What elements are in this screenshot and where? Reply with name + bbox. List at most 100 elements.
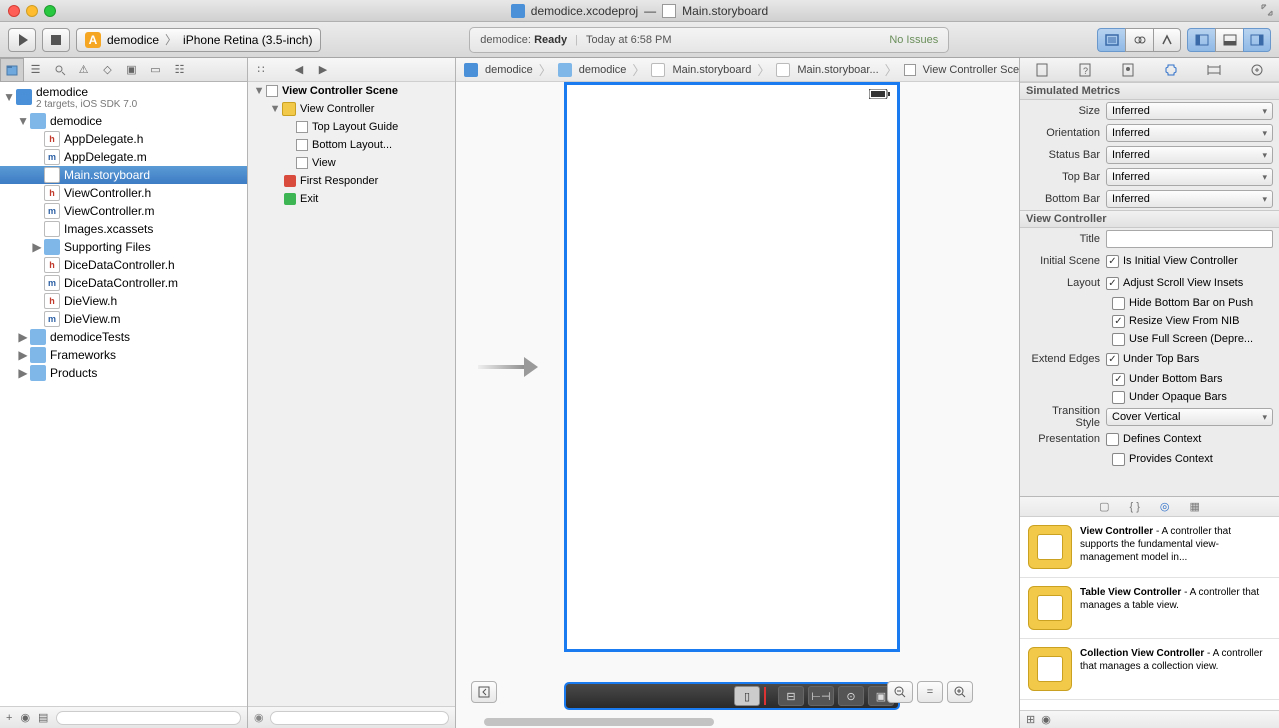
file-inspector-tab[interactable] [1031, 61, 1053, 79]
quick-help-tab[interactable]: ? [1074, 61, 1096, 79]
tree-row[interactable]: mAppDelegate.m [0, 148, 247, 166]
disclosure-triangle[interactable]: ▶ [18, 368, 28, 378]
show-debug-button[interactable] [1215, 28, 1243, 52]
connections-inspector-tab[interactable] [1246, 61, 1268, 79]
library-view-mode-icon[interactable]: ⊞ [1026, 713, 1035, 726]
test-navigator-tab[interactable]: ◇ [96, 58, 120, 82]
extend-check-1[interactable] [1112, 373, 1125, 386]
library-item[interactable]: View Controller - A controller that supp… [1020, 517, 1279, 578]
outline-filter-field[interactable] [270, 711, 449, 725]
transition-select[interactable]: Cover Vertical▾ [1106, 408, 1273, 426]
fullscreen-icon[interactable] [1261, 4, 1273, 16]
tree-row[interactable]: ▶demodiceTests [0, 328, 247, 346]
stop-button[interactable] [42, 28, 70, 52]
run-button[interactable] [8, 28, 36, 52]
tree-row[interactable]: ▼demodice2 targets, iOS SDK 7.0 [0, 82, 247, 112]
disclosure-triangle[interactable]: ▶ [18, 332, 28, 342]
disclosure-triangle[interactable]: ▼ [18, 116, 28, 126]
scheme-selector[interactable]: A demodice 〉 iPhone Retina (3.5-inch) [76, 28, 321, 52]
align-button[interactable]: ⊟ [778, 686, 804, 706]
tree-row[interactable]: Images.xcassets [0, 220, 247, 238]
jump-bar[interactable]: demodice〉demodice〉Main.storyboard〉Main.s… [456, 58, 1019, 82]
layout-check-2[interactable] [1112, 315, 1125, 328]
tree-row[interactable]: mDiceDataController.m [0, 274, 247, 292]
storyboard-canvas[interactable]: ▯ ⊟ ⊢⊣ ⊙ ▣ = [456, 82, 1019, 728]
layout-check-0[interactable] [1106, 277, 1119, 290]
statusbar-select[interactable]: Inferred▾ [1106, 146, 1273, 164]
assistant-editor-button[interactable] [1125, 28, 1153, 52]
breakpoint-navigator-tab[interactable]: ▭ [144, 58, 168, 82]
library-item[interactable]: Collection View Controller - A controlle… [1020, 639, 1279, 700]
tree-row[interactable]: mDieView.m [0, 310, 247, 328]
disclosure-triangle[interactable]: ▶ [18, 350, 28, 360]
code-snippet-library-tab[interactable]: { } [1129, 501, 1139, 513]
log-navigator-tab[interactable]: ☷ [168, 58, 192, 82]
presentation-check-1[interactable] [1112, 453, 1125, 466]
form-factor-button[interactable]: ▯ [734, 686, 760, 706]
extend-check-2[interactable] [1112, 391, 1125, 404]
object-library-tab[interactable]: ◎ [1160, 500, 1170, 513]
outline-filter-icon[interactable]: ◉ [254, 711, 264, 724]
disclosure-triangle[interactable]: ▶ [32, 242, 42, 252]
tree-row[interactable]: hDieView.h [0, 292, 247, 310]
tree-row[interactable]: Main.storyboard [0, 166, 247, 184]
show-utilities-button[interactable] [1243, 28, 1271, 52]
jumpbar-item[interactable]: View Controller Scene [900, 64, 1019, 76]
zoom-out-button[interactable] [887, 681, 913, 703]
size-select[interactable]: Inferred▾ [1106, 102, 1273, 120]
canvas-horizontal-scrollbar[interactable] [476, 716, 973, 728]
symbol-navigator-tab[interactable]: ☰ [24, 58, 48, 82]
jumpbar-item[interactable]: Main.storyboar... [772, 63, 882, 77]
tree-row[interactable]: ▶Frameworks [0, 346, 247, 364]
presentation-check-0[interactable] [1106, 433, 1119, 446]
outline-tree[interactable]: ▼View Controller Scene ▼View Controller … [248, 82, 455, 706]
show-navigator-button[interactable] [1187, 28, 1215, 52]
back-button[interactable]: ◀ [290, 61, 308, 79]
zoom-fit-button[interactable]: = [917, 681, 943, 703]
view-controller-canvas-item[interactable] [564, 82, 900, 652]
size-inspector-tab[interactable] [1203, 61, 1225, 79]
identity-inspector-tab[interactable] [1117, 61, 1139, 79]
tree-row[interactable]: hDiceDataController.h [0, 256, 247, 274]
project-navigator-tab[interactable] [0, 58, 24, 82]
topbar-select[interactable]: Inferred▾ [1106, 168, 1273, 186]
disclosure-triangle[interactable]: ▼ [4, 92, 14, 102]
zoom-in-button[interactable] [947, 681, 973, 703]
library-filter-icon[interactable]: ◉ [1041, 713, 1051, 726]
resolve-issues-button[interactable]: ⊙ [838, 686, 864, 706]
tree-row[interactable]: hViewController.h [0, 184, 247, 202]
related-items-button[interactable]: ∷ [252, 61, 270, 79]
jumpbar-item[interactable]: Main.storyboard [647, 63, 755, 77]
initial-scene-checkbox[interactable] [1106, 255, 1119, 268]
tree-row[interactable]: hAppDelegate.h [0, 130, 247, 148]
extend-check-0[interactable] [1106, 353, 1119, 366]
filter-field[interactable] [56, 711, 241, 725]
library-item[interactable]: Table View Controller - A controller tha… [1020, 578, 1279, 639]
pin-button[interactable]: ⊢⊣ [808, 686, 834, 706]
tree-row[interactable]: ▶Products [0, 364, 247, 382]
forward-button[interactable]: ▶ [314, 61, 332, 79]
issue-navigator-tab[interactable]: ⚠ [72, 58, 96, 82]
toggle-outline-button[interactable] [471, 681, 497, 703]
media-library-tab[interactable]: ▦ [1190, 500, 1200, 513]
tree-row[interactable]: mViewController.m [0, 202, 247, 220]
filter-recent-icon[interactable]: ◉ [20, 711, 30, 724]
jumpbar-item[interactable]: demodice [460, 63, 537, 77]
bottombar-select[interactable]: Inferred▾ [1106, 190, 1273, 208]
find-navigator-tab[interactable] [48, 58, 72, 82]
jumpbar-item[interactable]: demodice [554, 63, 631, 77]
standard-editor-button[interactable] [1097, 28, 1125, 52]
version-editor-button[interactable] [1153, 28, 1181, 52]
layout-check-3[interactable] [1112, 333, 1125, 346]
layout-check-1[interactable] [1112, 297, 1125, 310]
attributes-inspector-tab[interactable] [1160, 61, 1182, 79]
project-tree[interactable]: ▼demodice2 targets, iOS SDK 7.0▼demodice… [0, 82, 247, 706]
filter-scm-icon[interactable]: ▤ [38, 711, 48, 724]
tree-row[interactable]: ▶Supporting Files [0, 238, 247, 256]
library-list[interactable]: View Controller - A controller that supp… [1020, 517, 1279, 710]
tree-row[interactable]: ▼demodice [0, 112, 247, 130]
debug-navigator-tab[interactable]: ▣ [120, 58, 144, 82]
orientation-select[interactable]: Inferred▾ [1106, 124, 1273, 142]
title-input[interactable] [1106, 230, 1273, 248]
file-template-library-tab[interactable]: ▢ [1099, 500, 1109, 513]
